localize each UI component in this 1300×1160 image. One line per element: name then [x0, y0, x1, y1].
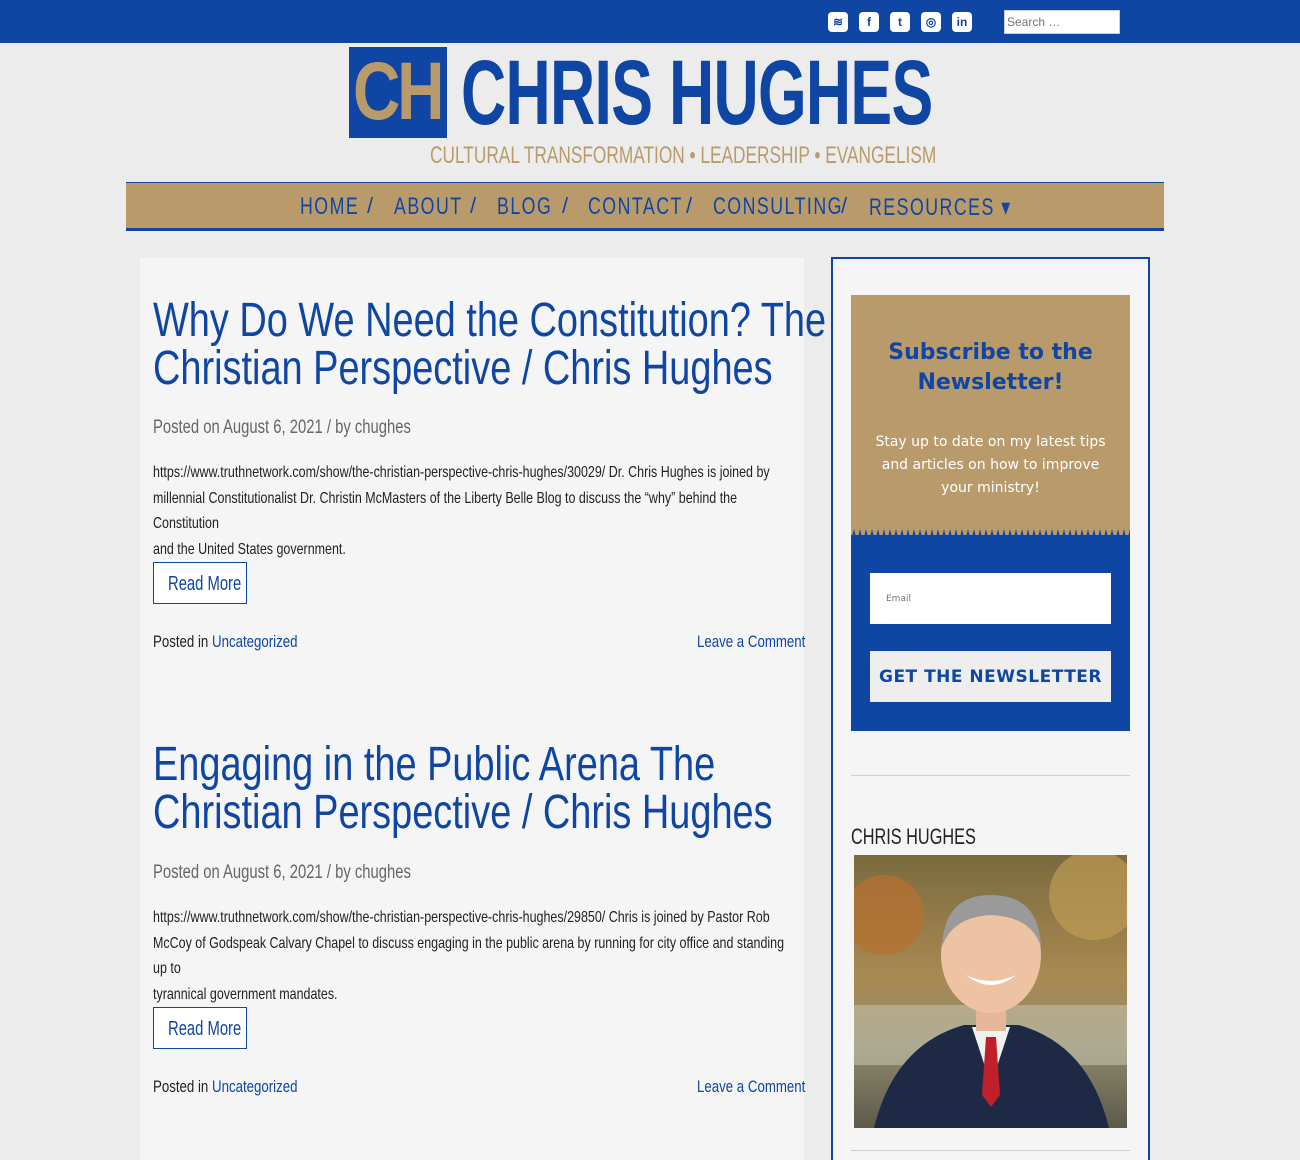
post-excerpt: https://www.truthnetwork.com/show/the-ch…	[153, 909, 785, 1003]
nav-separator: /	[841, 193, 848, 218]
post-title-line[interactable]: Engaging in the Public Arena The	[153, 741, 715, 789]
nav-separator: /	[470, 193, 477, 218]
sidebar-divider	[851, 775, 1130, 776]
newsletter-description: Stay up to date on my latest tips and ar…	[875, 434, 1106, 496]
post-title-line[interactable]: Christian Perspective / Chris Hughes	[153, 345, 773, 393]
twitter-icon[interactable]: t	[890, 12, 910, 32]
logo-initials: CH	[353, 46, 445, 137]
newsletter-title: Subscribe to the Newsletter!	[888, 340, 1093, 395]
linkedin-icon[interactable]: in	[952, 12, 972, 32]
nav-about[interactable]: ABOUT	[394, 193, 463, 221]
category-link[interactable]: Uncategorized	[212, 1077, 298, 1096]
read-more-button[interactable]: Read More	[153, 1007, 247, 1049]
zigzag-divider	[851, 529, 1130, 541]
nav-consulting[interactable]: CONSULTING	[713, 193, 843, 221]
rss-icon[interactable]: ≋	[828, 12, 848, 32]
post-title-line[interactable]: Christian Perspective / Chris Hughes	[153, 789, 773, 837]
get-newsletter-button[interactable]: GET THE NEWSLETTER	[870, 651, 1111, 702]
nav-home[interactable]: HOME	[300, 193, 359, 221]
nav-separator: /	[686, 193, 693, 218]
nav-contact[interactable]: CONTACT	[588, 193, 683, 221]
logo-name[interactable]: CHRIS HUGHES	[461, 46, 933, 140]
read-more-button[interactable]: Read More	[153, 562, 247, 604]
category-link[interactable]: Uncategorized	[212, 632, 298, 651]
post-category: Posted in Uncategorized	[153, 1077, 298, 1096]
leave-comment-link[interactable]: Leave a Comment	[697, 632, 805, 652]
post-meta: Posted on August 6, 2021 / by chughes	[153, 417, 411, 438]
nav-resources[interactable]: RESOURCES ▾	[869, 193, 1012, 222]
logo-initials-box[interactable]: CH	[349, 46, 447, 138]
post-excerpt: https://www.truthnetwork.com/show/the-ch…	[153, 464, 770, 558]
email-field[interactable]	[870, 573, 1111, 624]
site-tagline: CULTURAL TRANSFORMATION • LEADERSHIP • E…	[430, 142, 937, 169]
post-category: Posted in Uncategorized	[153, 632, 298, 651]
top-bar: ≋ f t ◎ in	[0, 0, 1300, 43]
search-input[interactable]	[1004, 10, 1120, 34]
nav-separator: /	[367, 193, 374, 218]
sidebar-divider	[851, 1150, 1130, 1151]
facebook-icon[interactable]: f	[859, 12, 879, 32]
post-title-line[interactable]: Why Do We Need the Constitution? The	[153, 297, 826, 345]
about-widget-title: CHRIS HUGHES	[851, 824, 976, 849]
author-photo	[854, 855, 1127, 1128]
main-navigation: HOME / ABOUT / BLOG / CONTACT / CONSULTI…	[126, 182, 1164, 231]
post-meta: Posted on August 6, 2021 / by chughes	[153, 862, 411, 883]
nav-blog[interactable]: BLOG	[497, 193, 552, 221]
nav-separator: /	[562, 193, 569, 218]
instagram-icon[interactable]: ◎	[921, 12, 941, 32]
leave-comment-link[interactable]: Leave a Comment	[697, 1077, 805, 1097]
